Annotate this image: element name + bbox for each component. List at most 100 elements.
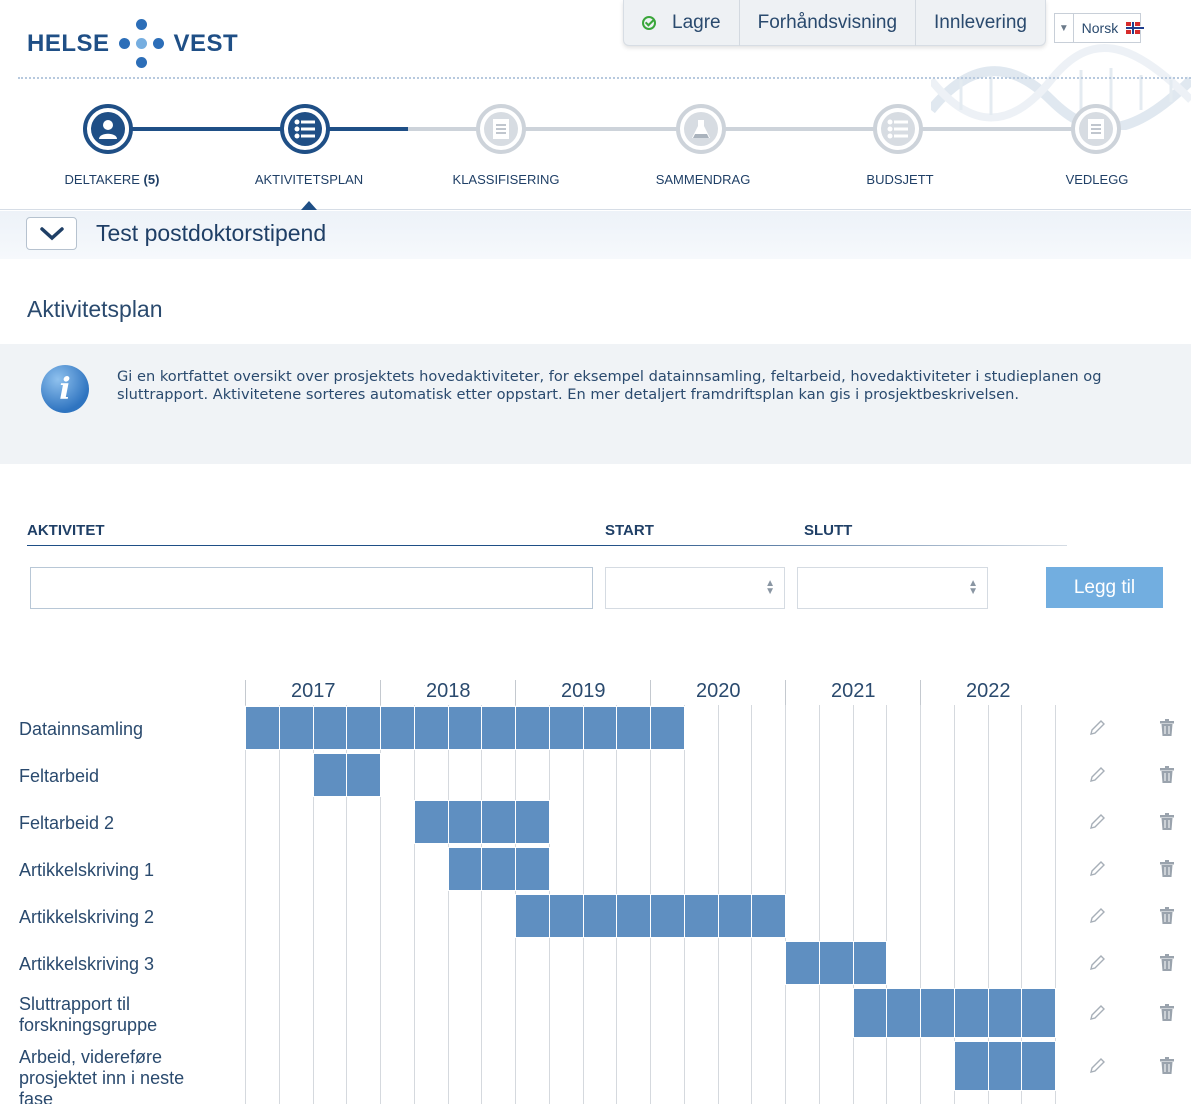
- gantt-bar: [380, 706, 415, 750]
- gantt-bar: [549, 894, 584, 938]
- dropdown-arrow-icon: ▼: [1055, 14, 1074, 42]
- gantt-bar: [583, 706, 617, 750]
- gantt-bar: [583, 894, 617, 938]
- gantt-grid-line: [279, 705, 280, 1104]
- activity-input[interactable]: [30, 567, 593, 609]
- logo-dots-icon: [116, 18, 168, 70]
- pencil-icon[interactable]: [1088, 907, 1106, 925]
- trash-icon[interactable]: [1160, 859, 1174, 877]
- activity-name: Feltarbeid 2: [19, 813, 115, 833]
- gantt-bar: [886, 988, 921, 1038]
- gantt-bar: [1021, 988, 1056, 1038]
- trash-icon[interactable]: [1160, 718, 1174, 736]
- step-label-klassifisering[interactable]: KLASSIFISERING: [426, 172, 586, 187]
- step-klassifisering[interactable]: [476, 104, 526, 154]
- brand-right: VEST: [173, 30, 239, 57]
- step-aktivitetsplan[interactable]: [280, 104, 330, 154]
- spinner-arrows-icon: ▲ ▼: [968, 578, 978, 597]
- helse-vest-logo[interactable]: HELSE VEST: [27, 18, 238, 70]
- participant-count: (5): [143, 172, 160, 187]
- brand-left: HELSE: [27, 30, 110, 57]
- pencil-icon[interactable]: [1088, 719, 1106, 737]
- project-title: Test postdoktorstipend: [96, 220, 327, 246]
- gantt-bar: [245, 706, 280, 750]
- submit-button[interactable]: Innlevering: [916, 0, 1045, 46]
- gantt-bar: [346, 753, 381, 797]
- trash-icon[interactable]: [1160, 812, 1174, 830]
- gantt-bar: [313, 706, 347, 750]
- gantt-bar: [954, 1041, 989, 1091]
- gantt-bar: [515, 847, 550, 891]
- gantt-bar: [920, 988, 955, 1038]
- gantt-bar: [650, 894, 685, 938]
- gantt-bar: [481, 847, 516, 891]
- gantt-bar: [515, 894, 550, 938]
- end-select[interactable]: ▲ ▼: [797, 567, 988, 609]
- pencil-icon[interactable]: [1088, 766, 1106, 784]
- gantt-grid-line: [245, 705, 246, 1104]
- gantt-bar: [819, 941, 854, 985]
- trash-icon[interactable]: [1160, 1056, 1174, 1074]
- pencil-icon[interactable]: [1088, 1057, 1106, 1075]
- step-budsjett[interactable]: [873, 104, 923, 154]
- progress-line-done: [116, 127, 408, 131]
- gantt-bar: [718, 894, 752, 938]
- list-icon: [881, 112, 915, 146]
- gantt-bar: [346, 706, 381, 750]
- step-deltakere[interactable]: [83, 104, 133, 154]
- trash-icon[interactable]: [1160, 906, 1174, 924]
- gantt-bar: [853, 941, 887, 985]
- language-select[interactable]: ▼ Norsk: [1054, 13, 1145, 43]
- header-divider: [18, 77, 1191, 79]
- gantt-bar: [1021, 1041, 1056, 1091]
- activity-name: Artikkelskriving 3: [19, 954, 155, 974]
- pencil-icon[interactable]: [1088, 1004, 1106, 1022]
- info-box: i Gi en kortfattet oversikt over prosjek…: [0, 344, 1191, 464]
- start-select[interactable]: ▲ ▼: [605, 567, 785, 609]
- step-label-deltakere[interactable]: DELTAKERE (5): [32, 172, 192, 187]
- step-label-budsjett[interactable]: BUDSJETT: [820, 172, 980, 187]
- pencil-icon[interactable]: [1088, 860, 1106, 878]
- trash-icon[interactable]: [1160, 953, 1174, 971]
- norway-flag-icon: [1126, 22, 1145, 34]
- step-label-sammendrag[interactable]: SAMMENDRAG: [623, 172, 783, 187]
- step-vedlegg[interactable]: [1071, 104, 1121, 154]
- gantt-grid-line: [414, 705, 415, 1104]
- project-title-bar: Test postdoktorstipend: [0, 211, 1191, 259]
- chevron-down-icon: [39, 226, 64, 240]
- gantt-grid-line: [886, 705, 887, 1104]
- gantt-grid-line: [448, 705, 449, 1104]
- gantt-bar: [751, 894, 786, 938]
- gantt-bar: [988, 1041, 1022, 1091]
- top-toolbar: Lagre Forhåndsvisning Innlevering: [623, 0, 1046, 46]
- pencil-icon[interactable]: [1088, 813, 1106, 831]
- gantt-bar: [616, 706, 651, 750]
- step-label-vedlegg[interactable]: VEDLEGG: [1017, 172, 1177, 187]
- trash-icon[interactable]: [1160, 1003, 1174, 1021]
- trash-icon[interactable]: [1160, 765, 1174, 783]
- gantt-bar: [853, 988, 887, 1038]
- gantt-bar: [785, 941, 820, 985]
- gantt-bar: [515, 800, 550, 844]
- submit-label: Innlevering: [934, 12, 1027, 33]
- activity-name: Artikkelskriving 1: [19, 860, 155, 880]
- preview-button[interactable]: Forhåndsvisning: [740, 0, 917, 46]
- info-icon: i: [41, 365, 89, 413]
- flask-icon: [684, 112, 718, 146]
- save-button[interactable]: Lagre: [624, 0, 740, 46]
- add-activity-button[interactable]: Legg til: [1046, 567, 1163, 608]
- year-label: 2017: [291, 680, 336, 702]
- step-sammendrag[interactable]: [676, 104, 726, 154]
- activity-gantt-chart: 2017 2018 2019 2020 2021 2022 Datainnsamling Fe…: [0, 675, 1191, 1104]
- collapse-toggle-button[interactable]: [26, 217, 77, 250]
- step-label-aktivitetsplan[interactable]: AKTIVITETSPLAN: [229, 172, 389, 187]
- gantt-bar: [988, 988, 1022, 1038]
- pencil-icon[interactable]: [1088, 954, 1106, 972]
- year-label: 2020: [696, 680, 741, 702]
- gantt-bar: [279, 706, 314, 750]
- person-icon: [91, 112, 125, 146]
- form-header-divider: [27, 545, 1067, 546]
- gantt-bar: [448, 800, 482, 844]
- document-icon: [1079, 112, 1113, 146]
- gantt-grid-line: [853, 705, 854, 1104]
